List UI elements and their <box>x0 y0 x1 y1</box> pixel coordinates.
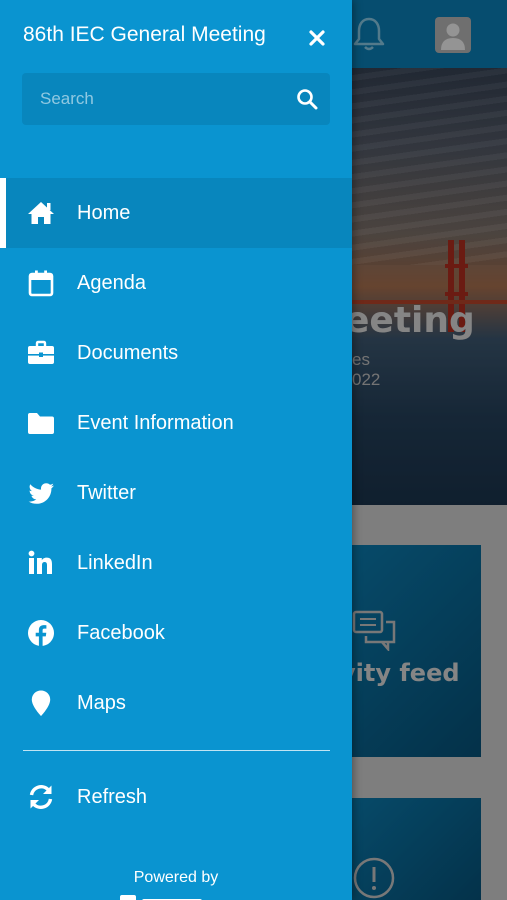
folder-icon <box>28 413 54 434</box>
menu-item-label: Home <box>77 202 131 224</box>
search-input[interactable] <box>22 73 282 125</box>
menu-item-label: Maps <box>77 692 126 714</box>
active-indicator <box>0 178 6 248</box>
menu-item-event-information[interactable]: Event Information <box>0 388 352 458</box>
menu-item-maps[interactable]: Maps <box>0 668 352 738</box>
search-box <box>22 73 330 125</box>
search-icon[interactable] <box>296 88 318 110</box>
menu-item-label: LinkedIn <box>77 552 153 574</box>
drawer-menu: Home Agenda Documents Event Information … <box>0 178 352 738</box>
refresh-icon <box>29 785 53 809</box>
powered-by-label: Powered by <box>133 869 219 886</box>
navigation-drawer: 86th IEC General Meeting Home <box>0 0 352 900</box>
close-icon[interactable] <box>303 24 331 52</box>
briefcase-icon <box>28 340 54 364</box>
menu-item-home[interactable]: Home <box>0 178 352 248</box>
facebook-icon <box>28 620 54 646</box>
drawer-title: 86th IEC General Meeting <box>23 23 266 46</box>
menu-item-label: Twitter <box>77 482 136 504</box>
linkedin-icon <box>28 550 52 574</box>
menu-item-label: Facebook <box>77 622 165 644</box>
menu-item-documents[interactable]: Documents <box>0 318 352 388</box>
menu-item-facebook[interactable]: Facebook <box>0 598 352 668</box>
home-icon <box>28 202 54 224</box>
menu-item-label: Documents <box>77 342 179 364</box>
twitter-icon <box>28 483 54 504</box>
calendar-icon <box>28 270 54 297</box>
menu-item-label: Refresh <box>77 786 148 808</box>
menu-item-refresh[interactable]: Refresh <box>0 762 352 832</box>
menu-item-twitter[interactable]: Twitter <box>0 458 352 528</box>
menu-item-label: Agenda <box>77 272 146 294</box>
menu-divider <box>23 750 330 751</box>
brand-logo <box>120 895 202 900</box>
menu-item-linkedin[interactable]: LinkedIn <box>0 528 352 598</box>
menu-item-label: Event Information <box>77 412 234 434</box>
menu-item-agenda[interactable]: Agenda <box>0 248 352 318</box>
map-pin-icon <box>31 690 51 716</box>
